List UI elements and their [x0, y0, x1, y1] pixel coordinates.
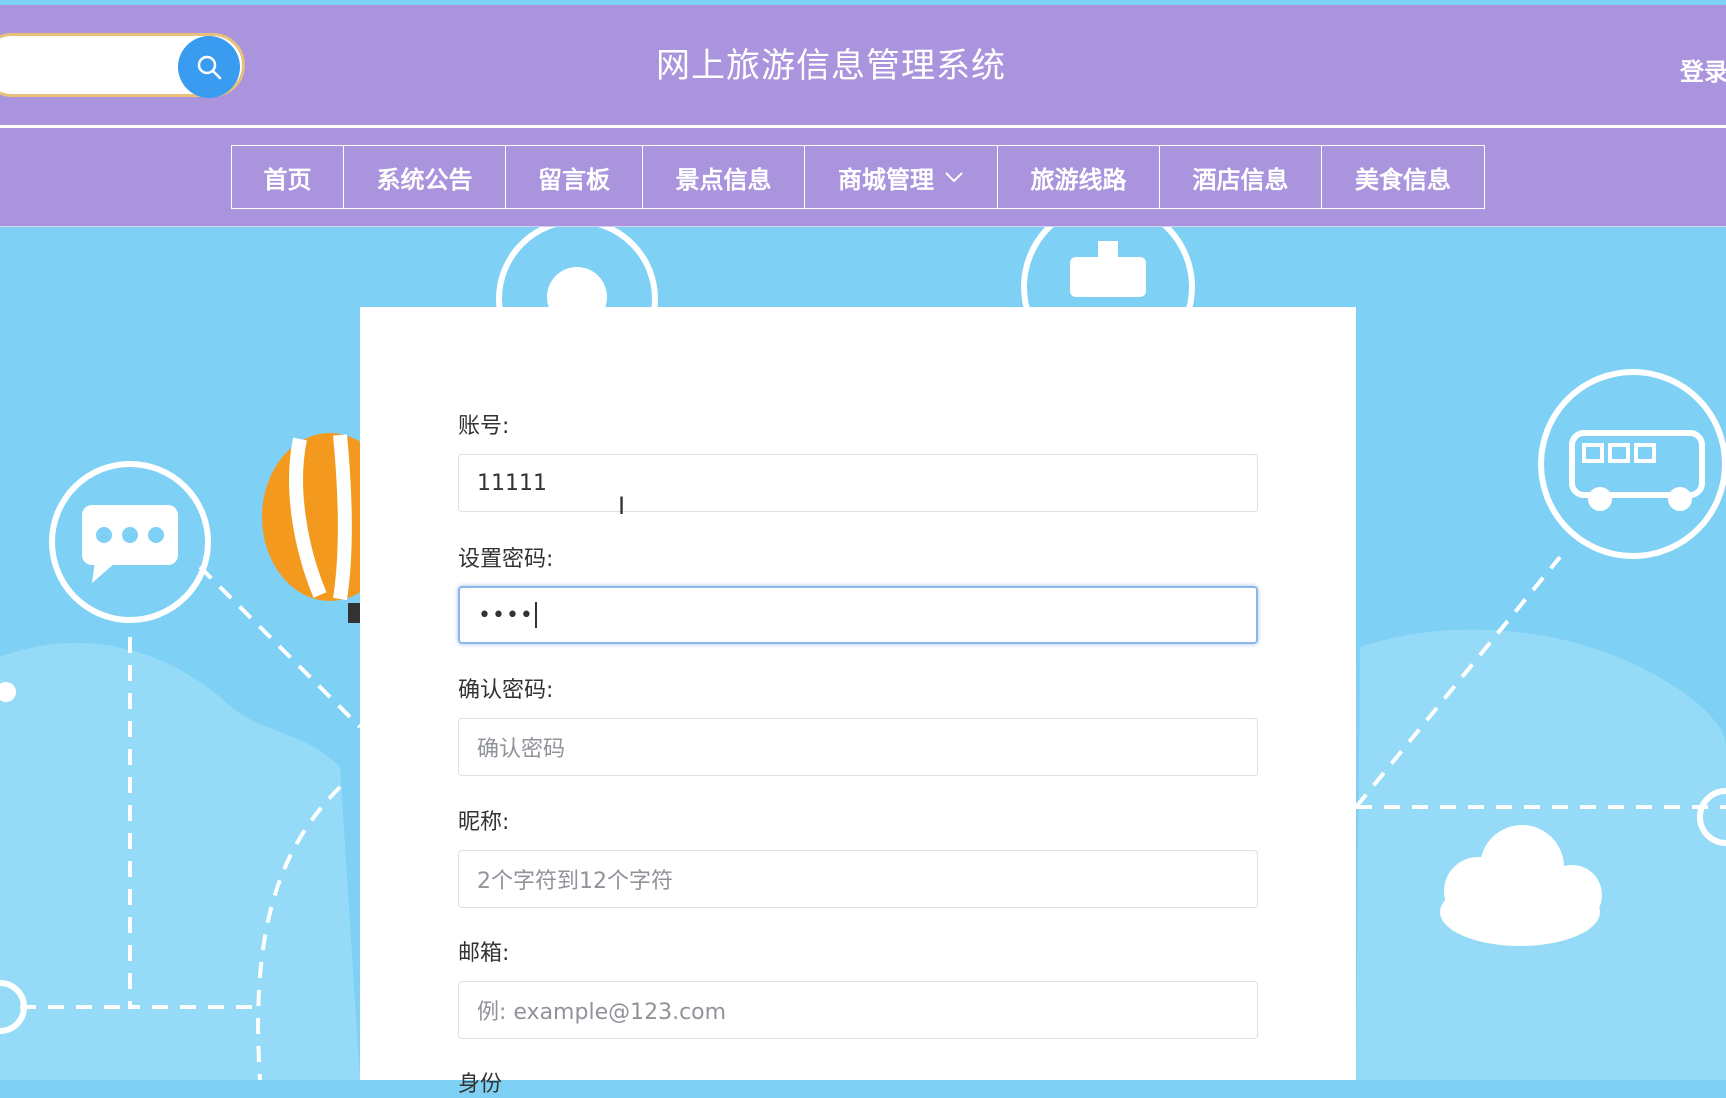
- nav-item-food[interactable]: 美食信息: [1322, 146, 1484, 208]
- email-label: 邮箱:: [458, 941, 510, 966]
- account-input[interactable]: 11111: [458, 454, 1258, 512]
- nav-item-hotels[interactable]: 酒店信息: [1160, 146, 1322, 208]
- nickname-placeholder: 2个字符到12个字符: [477, 869, 673, 894]
- main-nav: 首页 系统公告 留言板 景点信息 商城管理 旅游线路 酒店信息 美食信息: [231, 145, 1485, 209]
- password-input[interactable]: ••••: [458, 586, 1258, 644]
- nickname-label: 昵称:: [458, 810, 510, 835]
- password-label: 设置密码:: [458, 547, 554, 572]
- nav-item-label: 旅游线路: [1030, 165, 1127, 194]
- nav-item-shop-management[interactable]: 商城管理: [805, 146, 998, 208]
- chat-bubble-icon: [49, 461, 211, 623]
- nav-item-label: 美食信息: [1355, 165, 1451, 194]
- account-value: 11111: [477, 470, 547, 496]
- confirm-password-input[interactable]: 确认密码: [458, 718, 1258, 776]
- login-link[interactable]: 登录: [1680, 52, 1726, 87]
- caret: [534, 602, 537, 628]
- identity-label: 身份: [458, 1072, 503, 1097]
- nav-item-label: 留言板: [538, 165, 610, 194]
- nav-item-message-board[interactable]: 留言板: [506, 146, 643, 208]
- nav-item-travel-routes[interactable]: 旅游线路: [998, 146, 1160, 208]
- nav-item-label: 商城管理: [838, 165, 934, 194]
- password-value: ••••: [478, 602, 534, 628]
- nav-item-label: 景点信息: [675, 165, 772, 194]
- confirm-password-label: 确认密码:: [458, 678, 554, 703]
- site-title: 网上旅游信息管理系统: [656, 46, 1006, 86]
- nav-item-attractions[interactable]: 景点信息: [643, 146, 805, 208]
- account-label: 账号:: [458, 414, 510, 439]
- bus-circle-icon: [1538, 369, 1726, 559]
- nav-item-home[interactable]: 首页: [232, 146, 344, 208]
- email-input[interactable]: 例: example@123.com: [458, 981, 1258, 1039]
- chevron-down-icon: [945, 172, 963, 183]
- confirm-password-placeholder: 确认密码: [477, 737, 566, 762]
- nav-item-label: 系统公告: [376, 165, 473, 194]
- text-cursor-icon: I: [618, 492, 626, 520]
- nickname-input[interactable]: 2个字符到12个字符: [458, 850, 1258, 908]
- nav-item-announcements[interactable]: 系统公告: [344, 146, 506, 208]
- nav-item-label: 首页: [263, 165, 312, 194]
- nav-item-label: 酒店信息: [1192, 165, 1289, 194]
- email-placeholder: 例: example@123.com: [477, 1000, 727, 1025]
